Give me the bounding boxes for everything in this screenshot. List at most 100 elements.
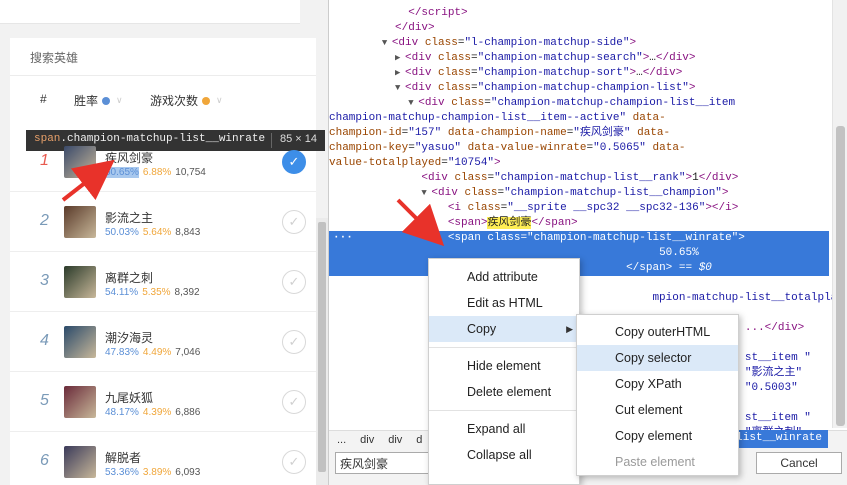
played-header[interactable]: 游戏次数 ∨ bbox=[150, 92, 223, 109]
page-scrollbar-thumb[interactable] bbox=[318, 222, 326, 472]
chevron-down-icon: ∨ bbox=[116, 95, 123, 105]
champion-played: 8,392 bbox=[174, 287, 200, 298]
code-line[interactable]: champion-matchup-champion-list__item--ac… bbox=[329, 111, 829, 126]
champion-winrate: 50.03% bbox=[105, 227, 139, 238]
check-icon[interactable]: ✓ bbox=[282, 450, 306, 474]
code-line[interactable]: <span>疾风剑豪</span> bbox=[329, 216, 829, 231]
page-scrollbar[interactable] bbox=[316, 218, 328, 485]
code-line[interactable]: ▼ <div class="champion-matchup-list__cham… bbox=[329, 186, 829, 201]
champion-rank: 4 bbox=[40, 332, 49, 349]
rank-header-label: # bbox=[40, 92, 47, 106]
context-menu: Add attribute Edit as HTML Copy ▶ Hide el… bbox=[428, 258, 580, 485]
check-icon[interactable]: ✓ bbox=[282, 270, 306, 294]
code-line[interactable]: value-totalplayed="10754"> bbox=[329, 156, 829, 171]
search-label[interactable]: 搜索英雄 bbox=[30, 49, 78, 66]
menu-separator bbox=[429, 347, 579, 348]
breadcrumb-item[interactable]: ... bbox=[337, 434, 346, 446]
menu-item-expand-all[interactable]: Expand all bbox=[429, 416, 579, 442]
champion-avatar bbox=[64, 446, 96, 478]
champion-winrate: 53.36% bbox=[105, 467, 139, 478]
menu-item-copy[interactable]: Copy ▶ bbox=[429, 316, 579, 342]
code-line[interactable]: ▼ <div class="champion-matchup-champion-l… bbox=[329, 81, 829, 96]
champion-winrate: 47.83% bbox=[105, 347, 139, 358]
code-line[interactable]: ▶ <div class="champion-matchup-sort">…</d… bbox=[329, 66, 829, 81]
chevron-down-icon: ∨ bbox=[216, 95, 223, 105]
winrate-header[interactable]: 胜率 ∨ bbox=[74, 92, 123, 109]
menu-item-hide-element[interactable]: Hide element bbox=[429, 353, 579, 379]
cancel-button[interactable]: Cancel bbox=[756, 452, 842, 474]
champion-avatar bbox=[64, 386, 96, 418]
breadcrumb-item[interactable]: d bbox=[416, 434, 422, 446]
champion-name: 九尾妖狐 bbox=[105, 391, 154, 405]
check-icon[interactable]: ✓ bbox=[282, 150, 306, 174]
menu-item-add-attribute[interactable]: Add attribute bbox=[429, 264, 579, 290]
check-icon[interactable]: ✓ bbox=[282, 210, 306, 234]
champion-stats: 48.17% 4.39% 6,886 bbox=[105, 407, 200, 418]
champion-row[interactable]: 6 解脱者 53.36% 3.89% 6,093 ✓ bbox=[10, 432, 316, 485]
code-line[interactable]: ▶ <div class="champion-matchup-search">…<… bbox=[329, 51, 829, 66]
champion-name: 潮汐海灵 bbox=[105, 331, 154, 345]
rank-header: # bbox=[40, 92, 47, 106]
champion-pickrate: 5.35% bbox=[142, 287, 171, 298]
champion-row[interactable]: 2 影流之主 50.03% 5.64% 8,843 ✓ bbox=[10, 192, 316, 252]
code-line[interactable]: champion-id="157" data-champion-name="疾风… bbox=[329, 126, 829, 141]
breadcrumb-item[interactable]: div bbox=[360, 434, 374, 446]
check-icon[interactable]: ✓ bbox=[282, 390, 306, 414]
selected-code-line[interactable]: ··· <span class="champion-matchup-list__… bbox=[329, 231, 829, 246]
champion-name: 离群之刺 bbox=[105, 271, 154, 285]
champion-row[interactable]: 4 潮汐海灵 47.83% 4.49% 7,046 ✓ bbox=[10, 312, 316, 372]
partial-line: st__item " bbox=[744, 352, 811, 364]
champion-pickrate: 6.88% bbox=[142, 167, 172, 178]
champion-row[interactable]: 3 离群之刺 54.11% 5.35% 8,392 ✓ bbox=[10, 252, 316, 312]
devtools-scrollbar[interactable] bbox=[832, 0, 847, 428]
menu-separator bbox=[429, 410, 579, 411]
champion-stats: 53.36% 3.89% 6,093 bbox=[105, 467, 200, 478]
code-line[interactable]: <i class="__sprite __spc32 __spc32-136">… bbox=[329, 201, 829, 216]
code-line[interactable]: </script> bbox=[329, 6, 829, 21]
champion-avatar bbox=[64, 266, 96, 298]
menu-item-paste-element: Paste element bbox=[615, 455, 695, 469]
selected-suffix: == $0 bbox=[678, 262, 712, 274]
code-line[interactable]: </div> bbox=[329, 21, 829, 36]
champion-winrate: 48.17% bbox=[105, 407, 139, 418]
champion-played: 6,886 bbox=[175, 407, 201, 418]
code-line[interactable]: ▼ <div class="champion-matchup-champion-l… bbox=[329, 96, 829, 111]
copy-submenu: Copy outerHTML Copy selector Copy XPath … bbox=[576, 314, 739, 476]
champion-avatar bbox=[64, 326, 96, 358]
divider bbox=[10, 75, 316, 76]
menu-item-edit-as-html[interactable]: Edit as HTML bbox=[429, 290, 579, 316]
code-line[interactable]: <div class="champion-matchup-list__rank"… bbox=[329, 171, 829, 186]
code-line[interactable]: champion-key="yasuo" data-value-winrate=… bbox=[329, 141, 829, 156]
menu-item-cut-element[interactable]: Cut element bbox=[577, 397, 738, 423]
partial-line: st__item " bbox=[744, 412, 811, 424]
check-icon[interactable]: ✓ bbox=[282, 330, 306, 354]
submenu-arrow-icon: ▶ bbox=[566, 324, 573, 334]
breadcrumb-item[interactable]: div bbox=[388, 434, 402, 446]
menu-item-copy-outerhtml[interactable]: Copy outerHTML bbox=[577, 319, 738, 345]
champion-played: 8,843 bbox=[175, 227, 201, 238]
code-line[interactable]: ▼ <div class="l-champion-matchup-side"> bbox=[329, 36, 829, 51]
menu-item-copy-label: Copy bbox=[467, 322, 497, 336]
partial-line: "影流之主" bbox=[744, 367, 803, 379]
champion-stats: 50.65% 6.88% 10,754 bbox=[105, 167, 206, 178]
menu-item-copy-selector[interactable]: Copy selector bbox=[577, 345, 738, 371]
champion-rank: 3 bbox=[40, 272, 49, 289]
menu-item-copy-xpath[interactable]: Copy XPath bbox=[577, 371, 738, 397]
champion-pickrate: 5.64% bbox=[142, 227, 172, 238]
menu-item-collapse-all[interactable]: Collapse all bbox=[429, 442, 579, 468]
played-header-label: 游戏次数 bbox=[150, 94, 199, 108]
champion-row[interactable]: 5 九尾妖狐 48.17% 4.39% 6,886 ✓ bbox=[10, 372, 316, 432]
selected-text: 50.65% bbox=[659, 247, 699, 259]
champion-pickrate: 4.39% bbox=[142, 407, 172, 418]
more-dots-icon[interactable]: ··· bbox=[333, 231, 353, 246]
champion-played: 10,754 bbox=[175, 167, 206, 178]
champion-row[interactable]: 1 疾风剑豪 50.65% 6.88% 10,754 ✓ bbox=[10, 132, 316, 192]
champion-stats: 50.03% 5.64% 8,843 bbox=[105, 227, 200, 238]
champion-avatar bbox=[64, 146, 96, 178]
devtools-scrollbar-thumb[interactable] bbox=[836, 126, 845, 426]
champion-name: 疾风剑豪 bbox=[105, 151, 154, 165]
menu-item-delete-element[interactable]: Delete element bbox=[429, 379, 579, 405]
partial-line: ...</div> bbox=[744, 322, 805, 334]
menu-item-copy-element[interactable]: Copy element bbox=[577, 423, 738, 449]
top-card bbox=[0, 0, 300, 24]
